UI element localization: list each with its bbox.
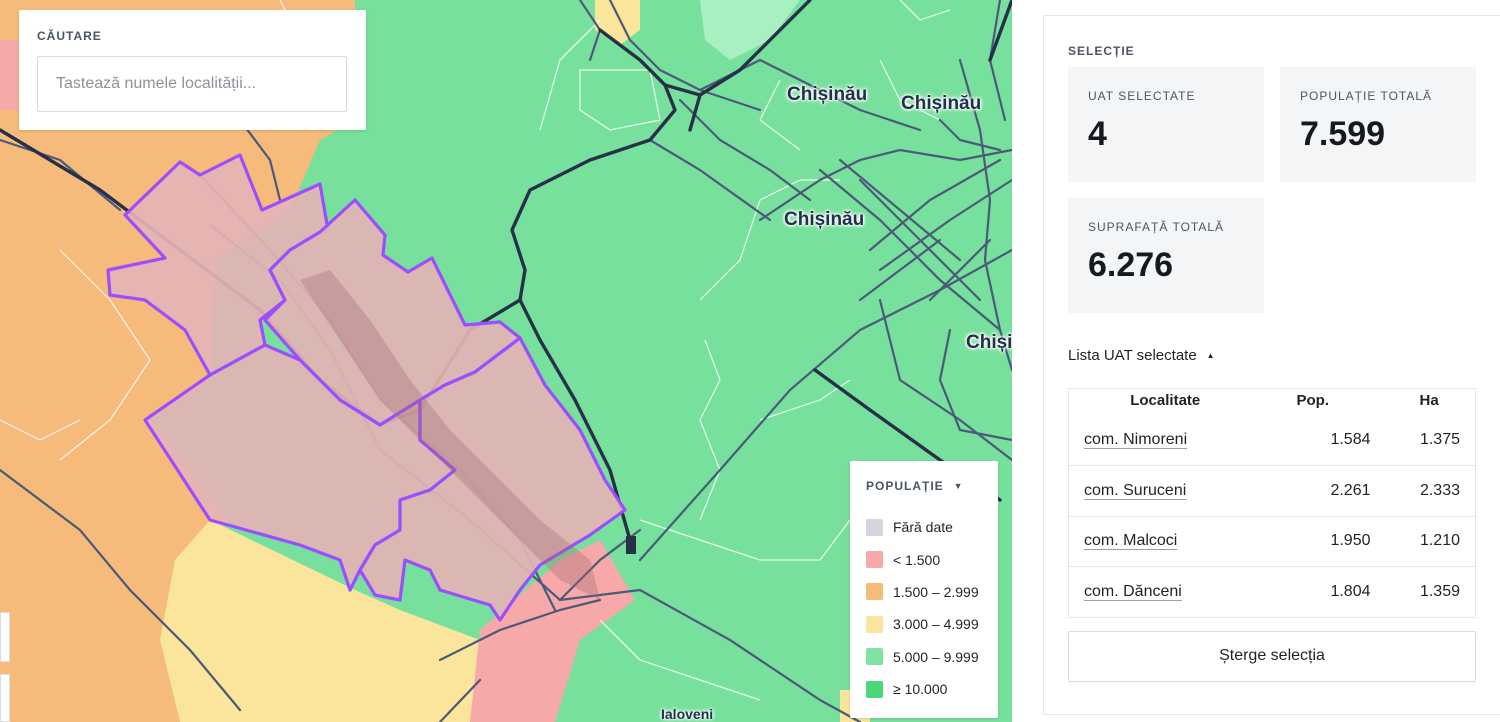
cell-name: com. Nimoreni xyxy=(1069,416,1262,466)
cell-pop: 1.584 xyxy=(1330,431,1371,449)
legend-swatch xyxy=(866,615,883,633)
legend-item: < 1.500 xyxy=(866,543,982,575)
legend-item: 3.000 – 4.999 xyxy=(866,608,982,640)
legend-label: 5.000 – 9.999 xyxy=(893,648,979,665)
stat-population-value: 7.599 xyxy=(1300,115,1386,153)
city-label-chisinau-2[interactable]: Chișinău xyxy=(901,93,981,115)
table-row: com. Nimoreni 1.584 1.375 xyxy=(1069,416,1476,466)
search-input[interactable] xyxy=(37,56,347,112)
legend-label: 3.000 – 4.999 xyxy=(893,616,979,633)
legend-list: Fără date < 1.500 1.500 – 2.999 3.000 – … xyxy=(866,511,982,705)
cell-ha: 2.333 xyxy=(1391,465,1476,517)
cell-name: com. Suruceni xyxy=(1068,465,1262,517)
cell-pop: 1.950 xyxy=(1261,515,1392,567)
legend-item: 1.500 – 2.999 xyxy=(866,576,982,608)
map-control-stub[interactable] xyxy=(0,612,10,662)
map-canvas[interactable]: Chișinău Chișinău Chișinău Chiși Ialoven… xyxy=(0,0,1012,722)
caret-down-icon[interactable]: ▼ xyxy=(954,481,964,491)
uat-list-toggle[interactable]: Lista UAT selectate ▲ xyxy=(1068,347,1476,364)
legend-swatch xyxy=(866,648,883,666)
legend-label: Fără date xyxy=(893,519,953,536)
legend-label: 1.500 – 2.999 xyxy=(893,583,979,600)
legend-swatch xyxy=(866,583,883,601)
triangle-up-icon: ▲ xyxy=(1206,351,1215,360)
cell-name: com. Dănceni xyxy=(1068,566,1262,618)
panel-section-title: SELECȚIE xyxy=(1068,44,1135,58)
cell-pop: 2.261 xyxy=(1261,465,1392,517)
uat-link[interactable]: com. Suruceni xyxy=(1084,482,1186,499)
legend-label: ≥ 10.000 xyxy=(893,681,948,698)
stat-uat: UAT SELECTATE 4 xyxy=(1068,67,1264,182)
legend-swatch xyxy=(866,551,883,569)
stat-uat-label: UAT SELECTATE xyxy=(1088,89,1196,103)
stat-population: POPULAȚIE TOTALĂ 7.599 xyxy=(1280,67,1476,182)
cell-ha: 1.359 xyxy=(1391,566,1476,618)
stat-area: SUPRAFAȚĂ TOTALĂ 6.276 xyxy=(1068,198,1264,313)
legend-swatch xyxy=(866,680,883,698)
uat-table: Localitate Pop. Ha com. Nimoreni 1.584 1… xyxy=(1068,388,1476,618)
region-pink-small[interactable] xyxy=(0,40,18,110)
road-junction xyxy=(626,536,636,554)
stat-uat-value: 4 xyxy=(1088,115,1107,153)
legend-item: 5.000 – 9.999 xyxy=(866,641,982,673)
stats-grid: UAT SELECTATE 4 POPULAȚIE TOTALĂ 7.599 S… xyxy=(1068,67,1476,313)
legend-item: ≥ 10.000 xyxy=(866,673,982,705)
city-label-chisinau-4[interactable]: Chiși xyxy=(966,332,1012,354)
cell-ha: 1.210 xyxy=(1391,515,1476,567)
cell-ha: 1.375 xyxy=(1419,431,1460,449)
stat-population-label: POPULAȚIE TOTALĂ xyxy=(1300,89,1433,103)
search-card: CĂUTARE xyxy=(19,10,366,130)
clear-selection-button[interactable]: Șterge selecția xyxy=(1068,630,1476,682)
search-label: CĂUTARE xyxy=(37,29,102,43)
uat-link[interactable]: com. Dănceni xyxy=(1084,583,1182,600)
uat-link[interactable]: com. Malcoci xyxy=(1084,532,1177,549)
legend-label: < 1.500 xyxy=(893,551,941,568)
legend-item: Fără date xyxy=(866,511,982,543)
stat-area-value: 6.276 xyxy=(1088,246,1174,284)
map-control-stub[interactable] xyxy=(0,674,10,722)
stat-area-label: SUPRAFAȚĂ TOTALĂ xyxy=(1088,220,1225,234)
legend-swatch xyxy=(866,518,883,536)
column-header-ha: Ha xyxy=(1419,392,1439,409)
legend: POPULAȚIE ▼ Fără date < 1.500 1.500 – 2.… xyxy=(850,461,998,718)
table-header-row: Localitate Pop. Ha xyxy=(1069,389,1476,416)
cell-pop: 1.804 xyxy=(1261,566,1392,618)
uat-link[interactable]: com. Nimoreni xyxy=(1084,431,1187,448)
legend-header[interactable]: POPULAȚIE ▼ xyxy=(866,479,982,493)
table-row: com. Malcoci 1.950 1.210 xyxy=(1068,515,1476,567)
table-row: com. Dănceni 1.804 1.359 xyxy=(1068,566,1476,618)
cell-name: com. Malcoci xyxy=(1068,515,1262,567)
uat-list-title: Lista UAT selectate xyxy=(1068,347,1197,364)
city-label-chisinau-3[interactable]: Chișinău xyxy=(784,209,864,231)
app-root: Chișinău Chișinău Chișinău Chiși Ialoven… xyxy=(0,0,1500,722)
column-header-localitate: Localitate xyxy=(1130,392,1201,409)
table-row: com. Suruceni 2.261 2.333 xyxy=(1068,465,1476,517)
city-label-chisinau-1[interactable]: Chișinău xyxy=(787,84,867,106)
town-label-ialoveni[interactable]: Ialoveni xyxy=(661,706,713,722)
legend-title: POPULAȚIE xyxy=(866,479,944,493)
selection-panel: SELECȚIE UAT SELECTATE 4 POPULAȚIE TOTAL… xyxy=(1043,15,1500,715)
column-header-pop: Pop. xyxy=(1296,392,1330,409)
